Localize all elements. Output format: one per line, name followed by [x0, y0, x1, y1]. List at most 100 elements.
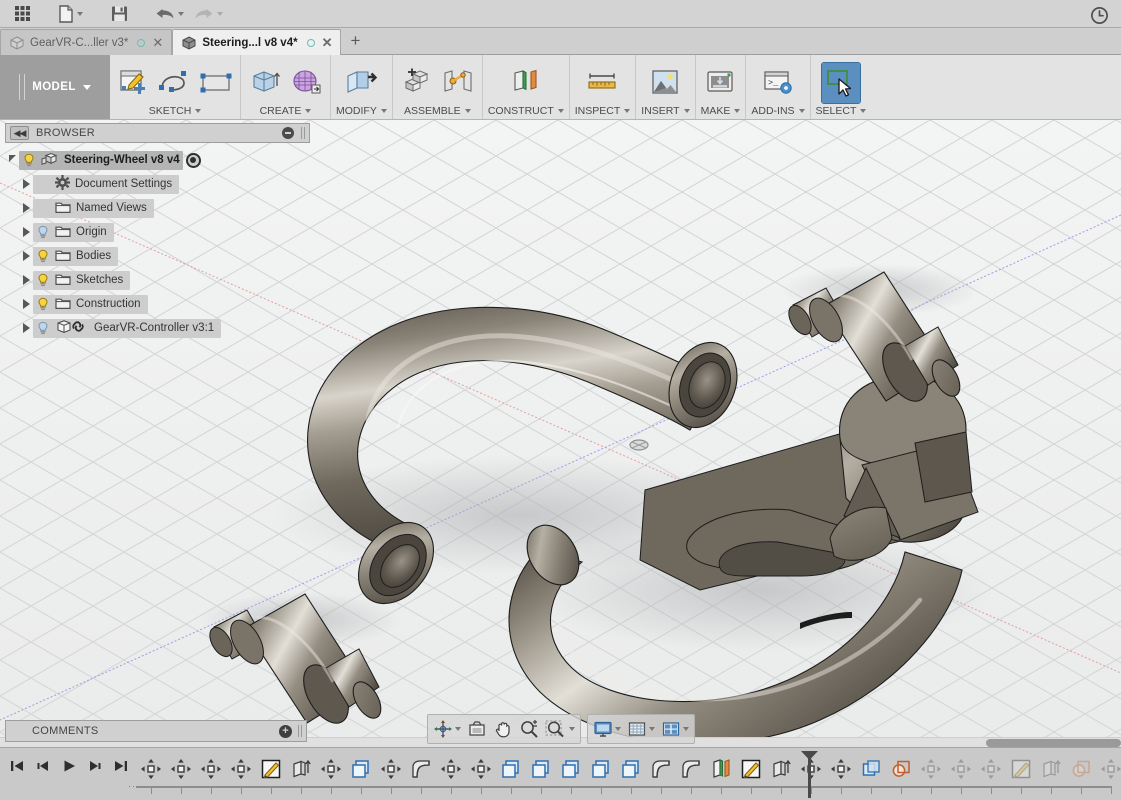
feature-move-12[interactable] — [946, 752, 976, 786]
browser-item-root[interactable]: Steering-Wheel v8 v4 — [19, 150, 183, 170]
job-status-clock-icon[interactable] — [1087, 3, 1111, 27]
disclosure-arrow-icon[interactable] — [19, 196, 33, 220]
feature-move-7[interactable] — [436, 752, 466, 786]
zoom-window-icon[interactable] — [542, 716, 578, 742]
feature-combine-3[interactable] — [1066, 752, 1096, 786]
feature-fillet-3[interactable] — [676, 752, 706, 786]
browser-item-construction[interactable]: Construction — [33, 294, 148, 314]
new-component-icon[interactable] — [398, 63, 436, 103]
disclosure-arrow-icon[interactable] — [19, 292, 33, 316]
joint-icon[interactable] — [439, 63, 477, 103]
rectangle-icon[interactable] — [197, 63, 235, 103]
ribbon-group-label-assemble[interactable]: ASSEMBLE — [404, 104, 471, 117]
3d-print-icon[interactable] — [701, 63, 739, 103]
timeline-play[interactable] — [58, 754, 80, 778]
feature-copy-6[interactable] — [616, 752, 646, 786]
light-bulb-icon[interactable] — [22, 153, 36, 167]
browser-resize-grip[interactable] — [301, 127, 305, 139]
timeline-playhead-marker[interactable] — [808, 752, 811, 798]
feature-copy-5[interactable] — [586, 752, 616, 786]
ribbon-group-label-modify[interactable]: MODIFY — [336, 104, 387, 117]
browser-item-sketches[interactable]: Sketches — [33, 270, 131, 290]
feature-move-11[interactable] — [916, 752, 946, 786]
feature-move-3[interactable] — [196, 752, 226, 786]
feature-sketch-2[interactable] — [736, 752, 766, 786]
ribbon-group-label-make[interactable]: MAKE — [701, 104, 741, 117]
browser-item-gearvr-controller[interactable]: GearVR-Controller v3:1 — [33, 318, 222, 338]
timeline-step-forward[interactable] — [84, 754, 106, 778]
feature-copy-4[interactable] — [556, 752, 586, 786]
ribbon-group-label-sketch[interactable]: SKETCH — [149, 104, 202, 117]
document-tab-0[interactable]: GearVR-C...ller v3* ✕ — [0, 29, 173, 55]
light-bulb-icon[interactable] — [36, 249, 50, 263]
extrude-icon[interactable] — [246, 63, 284, 103]
undo-icon[interactable] — [151, 1, 188, 27]
browser-item-bodies[interactable]: Bodies — [33, 246, 119, 266]
light-bulb-icon[interactable] — [36, 273, 50, 287]
file-icon[interactable] — [54, 1, 87, 27]
feature-combine-1[interactable] — [856, 752, 886, 786]
ribbon-group-label-insert[interactable]: INSERT — [641, 104, 690, 117]
3d-viewport[interactable]: ◀◀ BROWSER Steering-Wheel v8 v4 Document … — [0, 120, 1121, 747]
feature-sketch-1[interactable] — [256, 752, 286, 786]
disclosure-arrow-icon[interactable] — [5, 148, 19, 172]
ribbon-group-label-addins[interactable]: ADD-INS — [751, 104, 805, 117]
feature-combine-2[interactable] — [886, 752, 916, 786]
timeline-go-end[interactable] — [110, 754, 132, 778]
feature-move-10[interactable] — [826, 752, 856, 786]
feature-move-13[interactable] — [976, 752, 1006, 786]
spline-icon[interactable] — [156, 63, 194, 103]
browser-item-named-views[interactable]: Named Views — [33, 198, 154, 218]
disclosure-arrow-icon[interactable] — [19, 220, 33, 244]
feature-move-6[interactable] — [376, 752, 406, 786]
offset-plane-icon[interactable] — [507, 63, 545, 103]
disclosure-arrow-icon[interactable] — [19, 172, 33, 196]
create-sketch-icon[interactable] — [115, 63, 153, 103]
light-bulb-icon[interactable] — [36, 321, 50, 335]
press-pull-icon[interactable] — [342, 63, 380, 103]
viewports-icon[interactable] — [658, 716, 692, 742]
ribbon-group-label-inspect[interactable]: INSPECT — [575, 104, 631, 117]
feature-copy-3[interactable] — [526, 752, 556, 786]
orbit-icon[interactable] — [430, 716, 464, 742]
feature-extrude-1[interactable] — [286, 752, 316, 786]
browser-minimize-button[interactable] — [282, 127, 294, 139]
feature-move-1[interactable] — [136, 752, 166, 786]
close-icon[interactable]: ✕ — [322, 36, 333, 49]
feature-move-8[interactable] — [466, 752, 496, 786]
feature-fillet-2[interactable] — [646, 752, 676, 786]
feature-extrude-3[interactable] — [1036, 752, 1066, 786]
browser-item-document-settings[interactable]: Document Settings — [33, 174, 180, 194]
feature-plane-1[interactable] — [706, 752, 736, 786]
grid-snaps-icon[interactable] — [624, 716, 658, 742]
close-icon[interactable]: ✕ — [152, 36, 163, 49]
activate-component-radio[interactable] — [185, 152, 201, 168]
form-icon[interactable] — [287, 63, 325, 103]
redo-icon[interactable] — [190, 1, 227, 27]
disclosure-arrow-icon[interactable] — [19, 316, 33, 340]
look-at-icon[interactable] — [464, 716, 490, 742]
timeline-go-start[interactable] — [6, 754, 28, 778]
measure-icon[interactable] — [584, 63, 622, 103]
add-comment-button[interactable]: + — [279, 724, 292, 738]
timeline-track[interactable] — [136, 752, 1121, 798]
light-bulb-icon[interactable] — [36, 297, 50, 311]
disclosure-arrow-icon[interactable] — [19, 268, 33, 292]
pan-icon[interactable] — [490, 716, 516, 742]
grid-menu-icon[interactable] — [8, 1, 36, 27]
disclosure-arrow-icon[interactable] — [19, 244, 33, 268]
insert-image-icon[interactable] — [646, 63, 684, 103]
ribbon-group-label-select[interactable]: SELECT — [816, 104, 867, 117]
browser-item-origin[interactable]: Origin — [33, 222, 114, 242]
select-tool-icon[interactable] — [820, 62, 861, 104]
scripts-addins-icon[interactable]: >_ — [759, 63, 797, 103]
feature-move-2[interactable] — [166, 752, 196, 786]
feature-fillet-1[interactable] — [406, 752, 436, 786]
browser-collapse-button[interactable]: ◀◀ — [10, 126, 29, 140]
feature-copy-2[interactable] — [496, 752, 526, 786]
comments-resize-grip[interactable] — [298, 725, 302, 737]
feature-extrude-2[interactable] — [766, 752, 796, 786]
save-icon[interactable] — [105, 1, 133, 27]
ribbon-group-label-construct[interactable]: CONSTRUCT — [488, 104, 564, 117]
feature-sketch-3[interactable] — [1006, 752, 1036, 786]
